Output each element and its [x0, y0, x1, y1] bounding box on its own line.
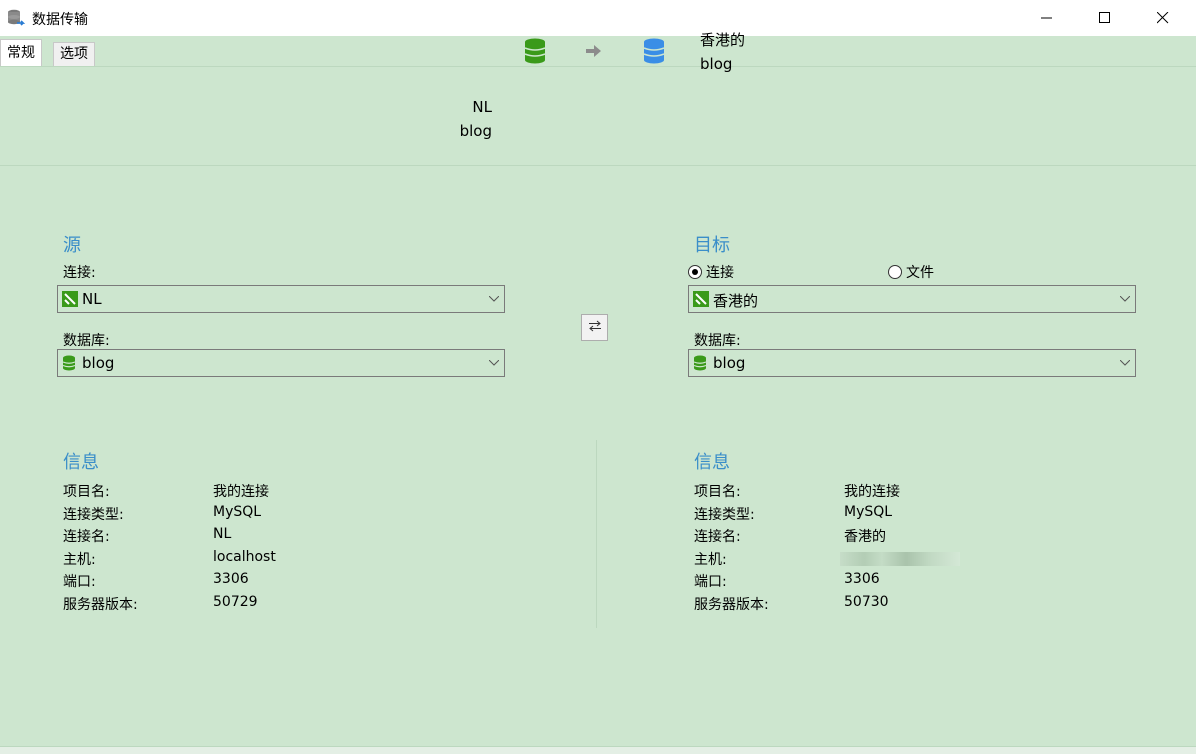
radio-file-label: 文件	[906, 265, 934, 281]
source-info-list: 项目名: 我的连接 连接类型: MySQL 连接名: NL 主机: localh…	[63, 481, 563, 616]
target-connection-select[interactable]: 香港的	[688, 285, 1136, 313]
info-key: 端口:	[694, 574, 727, 590]
info-key: 项目名:	[63, 484, 110, 500]
target-database-value: blog	[713, 354, 746, 372]
chevron-down-icon[interactable]	[482, 286, 504, 312]
info-key: 主机:	[63, 551, 96, 568]
target-radio-connection[interactable]: 连接	[688, 262, 734, 282]
target-database-icon	[643, 38, 665, 68]
source-database-icon	[524, 38, 546, 68]
info-value: localhost	[213, 548, 276, 565]
chevron-down-icon[interactable]	[1113, 286, 1135, 312]
info-key: 连接类型:	[63, 506, 124, 523]
tab-options[interactable]: 选项	[53, 42, 95, 66]
chevron-down-icon[interactable]	[482, 350, 504, 376]
title-bar: 数据传输	[0, 0, 1196, 36]
bottom-edge	[0, 746, 1196, 754]
database-icon	[62, 355, 76, 375]
window-title: 数据传输	[32, 12, 88, 28]
info-value: 50730	[844, 593, 889, 610]
info-value: 3306	[213, 571, 249, 587]
header-target-connection: 香港的	[700, 31, 746, 49]
info-value: MySQL	[844, 503, 893, 520]
source-connection-label: 连接:	[63, 265, 96, 281]
info-row: 项目名: 我的连接	[694, 481, 1144, 504]
info-key: 连接名:	[694, 529, 741, 545]
info-key: 连接类型:	[694, 506, 755, 523]
header-source: NL blog	[460, 95, 492, 143]
swap-arrows-icon	[588, 320, 602, 336]
info-row: 项目名: 我的连接	[63, 481, 563, 504]
source-connection-value: NL	[82, 290, 102, 308]
mysql-connection-icon	[693, 291, 709, 311]
info-key: 连接名:	[63, 529, 110, 545]
database-icon	[693, 355, 707, 375]
info-value: 我的连接	[844, 484, 900, 500]
radio-selected-icon	[688, 265, 702, 279]
info-row: 主机: localhost	[63, 549, 563, 572]
maximize-button[interactable]	[1076, 0, 1134, 36]
target-info-list: 项目名: 我的连接 连接类型: MySQL 连接名: 香港的 主机: 端口: 3…	[694, 481, 1144, 616]
target-database-select[interactable]: blog	[688, 349, 1136, 377]
info-row: 服务器版本: 50730	[694, 594, 1144, 617]
source-connection-select[interactable]: NL	[57, 285, 505, 313]
tab-general[interactable]: 常规	[0, 39, 42, 66]
info-value: 我的连接	[213, 484, 269, 500]
swap-source-target-button[interactable]	[581, 314, 608, 341]
source-database-label: 数据库:	[63, 333, 110, 349]
radio-unselected-icon	[888, 265, 902, 279]
info-row: 端口: 3306	[694, 571, 1144, 594]
info-row: 主机:	[694, 549, 1144, 572]
transfer-arrow-icon	[586, 44, 602, 62]
target-database-label: 数据库:	[694, 333, 741, 349]
header-target: 香港的 blog	[700, 28, 745, 76]
source-database-value: blog	[82, 354, 115, 372]
mysql-connection-icon	[62, 291, 78, 311]
info-row: 连接名: 香港的	[694, 526, 1144, 549]
source-section-title: 源	[63, 235, 81, 256]
info-key: 服务器版本:	[63, 596, 138, 613]
info-row: 服务器版本: 50729	[63, 594, 563, 617]
transfer-summary-header: NL blog	[0, 66, 1196, 166]
header-source-connection: NL	[472, 98, 492, 116]
radio-connection-label: 连接	[706, 265, 734, 281]
info-row: 连接类型: MySQL	[694, 504, 1144, 527]
database-transfer-icon	[6, 8, 26, 28]
info-row: 连接类型: MySQL	[63, 504, 563, 527]
target-connection-value: 香港的	[713, 292, 759, 310]
target-info-title: 信息	[694, 452, 730, 473]
target-section-title: 目标	[694, 235, 730, 256]
info-value: 3306	[844, 571, 880, 587]
close-button[interactable]	[1134, 0, 1192, 36]
info-divider	[596, 440, 597, 628]
redacted-host-value	[840, 551, 960, 566]
info-value: MySQL	[213, 503, 262, 520]
info-value: 50729	[213, 593, 258, 610]
info-row: 端口: 3306	[63, 571, 563, 594]
info-value: 香港的	[844, 529, 886, 545]
chevron-down-icon[interactable]	[1113, 350, 1135, 376]
source-info-title: 信息	[63, 452, 99, 473]
source-database-select[interactable]: blog	[57, 349, 505, 377]
header-source-database: blog	[459, 122, 492, 140]
info-value: NL	[213, 526, 232, 542]
info-key: 项目名:	[694, 484, 741, 500]
header-target-database: blog	[700, 55, 733, 73]
minimize-button[interactable]	[1018, 0, 1076, 36]
info-key: 主机:	[694, 551, 727, 568]
info-key: 服务器版本:	[694, 596, 769, 613]
info-row: 连接名: NL	[63, 526, 563, 549]
info-key: 端口:	[63, 574, 96, 590]
target-radio-file[interactable]: 文件	[888, 262, 934, 282]
